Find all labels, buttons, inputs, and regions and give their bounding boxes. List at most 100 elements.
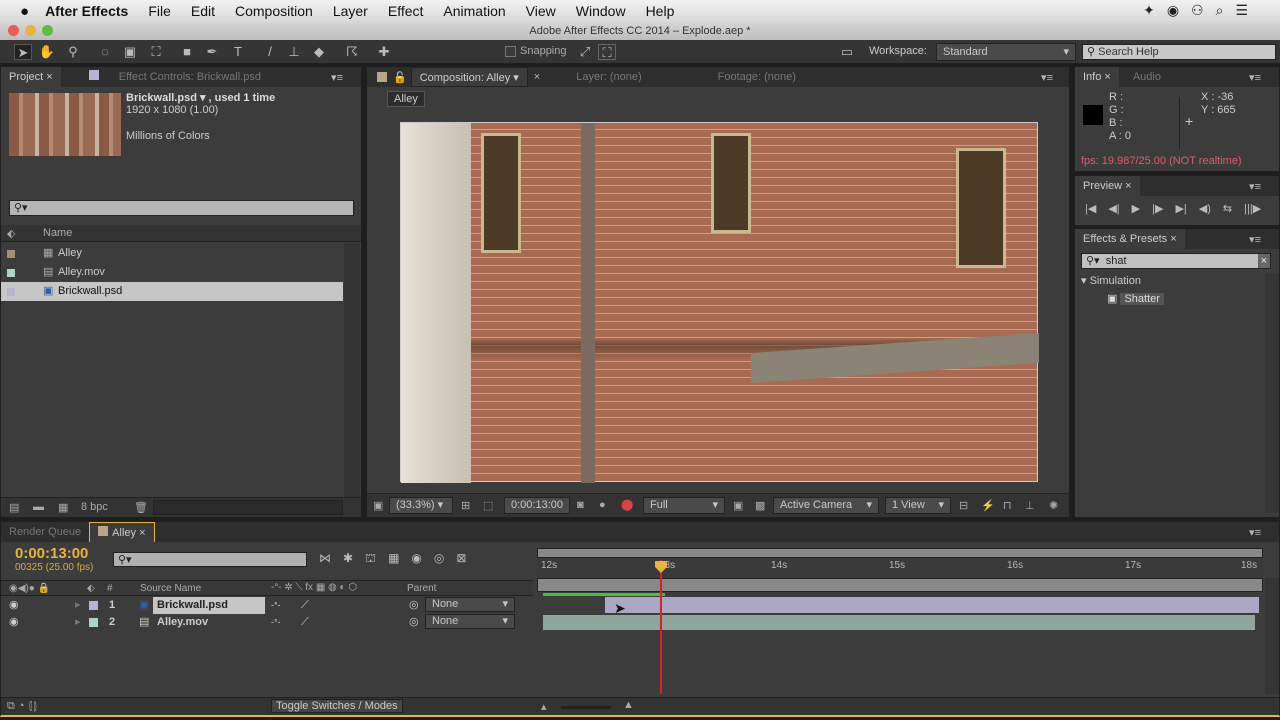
playhead-line[interactable] (660, 560, 662, 694)
app-menu[interactable]: After Effects (45, 3, 128, 19)
safe-zones-icon[interactable]: ⊞ (461, 499, 470, 512)
expand-triangle-icon[interactable]: ▸ (75, 614, 81, 631)
zoom-slider[interactable] (561, 706, 611, 709)
ram-preview-icon[interactable]: |||▶ (1244, 202, 1261, 215)
brush-tool-icon[interactable]: / (261, 44, 279, 60)
timeline-icon[interactable]: ⊓ (1003, 499, 1012, 512)
quality-switch-icon[interactable]: ⟋ (301, 614, 309, 631)
project-item-alley-mov[interactable]: ▤ Alley.mov (1, 263, 343, 282)
project-item-alley[interactable]: ▦ Alley (1, 244, 343, 263)
pickwhip-icon[interactable]: ◎ (409, 614, 419, 631)
tab-effect-controls[interactable]: Effect Controls: Brickwall.psd (81, 67, 269, 87)
snapping-checkbox[interactable] (505, 46, 516, 57)
clear-search-icon[interactable]: × (1257, 254, 1270, 268)
roto-brush-tool-icon[interactable]: ☈ (343, 44, 361, 60)
toggle-mask-icon[interactable]: ⬚ (483, 499, 493, 512)
eye-icon[interactable]: ◉ (9, 614, 19, 631)
current-time-button[interactable]: 0:00:13:00 (504, 497, 570, 514)
time-navigator[interactable] (537, 548, 1263, 558)
play-icon[interactable]: ▶ (1132, 202, 1140, 215)
expand-triangle-icon[interactable]: ▸ (75, 597, 81, 614)
effects-scrollbar[interactable] (1265, 273, 1279, 513)
fast-previews-icon[interactable]: ⚡ (981, 499, 995, 512)
trash-icon[interactable]: 🗑 (134, 501, 148, 514)
eraser-tool-icon[interactable]: ◆ (310, 44, 328, 60)
effects-search-input[interactable]: ⚲▾ shat × (1081, 253, 1271, 269)
layer-name[interactable]: Brickwall.psd (153, 597, 265, 614)
shy-switch-icon[interactable]: -ᐤ- (271, 614, 281, 631)
loop-icon[interactable]: ⇆ (1223, 202, 1232, 215)
panel-menu-icon[interactable]: ▾≡ (331, 71, 343, 84)
layer-switches-icon[interactable]: ⧉ ◔ ⦃⦄ (7, 700, 38, 713)
panel-menu-icon[interactable]: ▾≡ (1249, 180, 1261, 193)
rotate-tool-icon[interactable]: ◌ (96, 44, 114, 60)
label-color[interactable] (89, 618, 98, 627)
close-window-button[interactable] (8, 25, 19, 36)
snap-features-icon[interactable]: ⛶ (598, 44, 616, 60)
transparency-grid-icon[interactable]: ▩ (755, 499, 765, 512)
tab-effects-presets[interactable]: Effects & Presets × (1075, 229, 1185, 249)
workspace-dropdown[interactable]: Standard ▾ (936, 43, 1076, 61)
parent-dropdown[interactable]: None ▾ (425, 597, 515, 612)
tab-info[interactable]: Info × (1075, 67, 1119, 87)
tab-composition[interactable]: Composition: Alley ▾ (410, 67, 528, 87)
menu-help[interactable]: Help (646, 3, 675, 19)
channels-icon[interactable]: ⬤ (621, 498, 633, 511)
time-ruler[interactable]: 12s 13s 14s 15s 16s 17s 18s (537, 558, 1263, 578)
rectangle-tool-icon[interactable]: ■ (178, 44, 196, 60)
puppet-pin-tool-icon[interactable]: ✚ (375, 44, 393, 60)
name-column-header[interactable]: Name (43, 227, 72, 239)
bpc-button[interactable]: 8 bpc (81, 501, 108, 513)
first-frame-icon[interactable]: |◀ (1085, 202, 1096, 215)
layer-name[interactable]: Alley.mov (157, 614, 208, 631)
pixel-aspect-icon[interactable]: ⊟ (959, 499, 968, 512)
timeline-search-input[interactable]: ⚲▾ (113, 552, 307, 567)
tab-alley-timeline[interactable]: Alley × (89, 522, 155, 542)
magnification-dropdown[interactable]: (33.3%) ▾ (389, 497, 453, 514)
close-icon[interactable]: × (534, 71, 540, 83)
layer-row-1[interactable]: ◉ ▸ 1 ▣ Brickwall.psd -ᐤ- ⟋ ◎ None ▾ (1, 597, 533, 614)
clone-stamp-tool-icon[interactable]: ⊥ (285, 44, 303, 60)
audio-icon[interactable]: ◀) (1199, 202, 1211, 215)
layer-bar-alley[interactable] (543, 615, 1255, 630)
quality-switch-icon[interactable]: ⟋ (301, 597, 309, 614)
show-snapshot-icon[interactable]: ● (599, 499, 606, 511)
resolution-dropdown[interactable]: Full ▾ (643, 497, 725, 514)
current-time-display[interactable]: 0:00:13:00 (15, 545, 88, 562)
timeline-scrollbar[interactable] (1265, 578, 1279, 694)
tab-layer[interactable]: Layer: (none) (568, 67, 649, 87)
tab-footage[interactable]: Footage: (none) (710, 67, 804, 87)
hand-tool-icon[interactable]: ✋ (38, 44, 56, 60)
zoom-tool-icon[interactable]: ⚲ (64, 44, 82, 60)
snap-edges-icon[interactable]: ⤢ (576, 44, 594, 60)
pickwhip-icon[interactable]: ◎ (409, 597, 419, 614)
menu-composition[interactable]: Composition (235, 3, 313, 19)
composition-viewer-image[interactable] (400, 122, 1039, 483)
effect-category-simulation[interactable]: ▾ Simulation (1081, 272, 1141, 291)
layer-bar-brickwall[interactable] (605, 597, 1259, 613)
menu-edit[interactable]: Edit (191, 3, 215, 19)
panel-menu-icon[interactable]: ▾≡ (1249, 233, 1261, 246)
tab-preview[interactable]: Preview × (1075, 176, 1140, 196)
status-icons[interactable]: ✦◉⚇⌕☰ (1143, 2, 1260, 19)
eye-icon[interactable]: ◉ (9, 597, 19, 614)
flowchart-icon[interactable]: ⊥ (1025, 499, 1035, 512)
camera-dropdown[interactable]: Active Camera ▾ (773, 497, 879, 514)
camera-tool-icon[interactable]: ▣ (121, 44, 139, 60)
horizontal-scrollbar[interactable] (153, 500, 343, 515)
last-frame-icon[interactable]: ▶| (1175, 202, 1186, 215)
project-item-brickwall[interactable]: ▣ Brickwall.psd (1, 282, 343, 301)
label-color[interactable] (89, 601, 98, 610)
zoom-out-icon[interactable]: ▴ (541, 700, 547, 713)
minimize-window-button[interactable] (25, 25, 36, 36)
menu-view[interactable]: View (526, 3, 556, 19)
lock-icon[interactable]: 🔓 (393, 71, 407, 84)
project-scrollbar[interactable] (344, 243, 360, 497)
panel-menu-icon[interactable]: ▾≡ (1249, 526, 1261, 539)
next-frame-icon[interactable]: |▶ (1152, 202, 1163, 215)
layer-row-2[interactable]: ◉ ▸ 2 ▤ Alley.mov -ᐤ- ⟋ ◎ None ▾ (1, 614, 533, 631)
search-help-input[interactable]: ⚲ Search Help (1082, 44, 1276, 60)
timeline-switches[interactable]: ⋈✱⛫▦◉◎⊠ (319, 551, 478, 567)
region-of-interest-icon[interactable]: ▣ (733, 499, 743, 512)
source-name-column-header[interactable]: Source Name (140, 583, 201, 594)
